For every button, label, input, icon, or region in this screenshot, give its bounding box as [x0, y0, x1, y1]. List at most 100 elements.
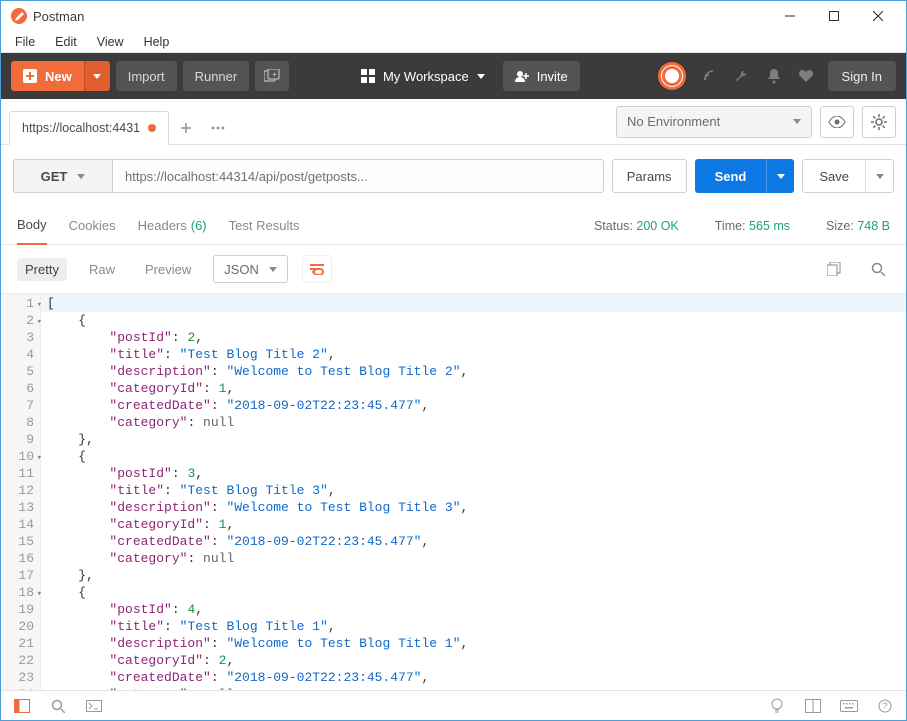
- search-icon: [871, 262, 885, 276]
- window-close-button[interactable]: [856, 2, 900, 30]
- tab-overflow-button[interactable]: [203, 111, 233, 145]
- menu-view[interactable]: View: [89, 33, 132, 51]
- chevron-down-icon: [793, 119, 801, 124]
- menubar: File Edit View Help: [1, 31, 906, 53]
- code-line[interactable]: 19 "postId": 4,: [1, 601, 906, 618]
- method-select[interactable]: GET: [13, 159, 113, 193]
- environment-select[interactable]: No Environment: [616, 106, 812, 138]
- search-response-button[interactable]: [866, 257, 890, 281]
- save-button[interactable]: Save: [803, 160, 865, 192]
- code-line[interactable]: 2▾ {: [1, 312, 906, 329]
- environment-quicklook-button[interactable]: [820, 106, 854, 138]
- tab-body[interactable]: Body: [17, 207, 47, 245]
- code-line[interactable]: 4 "title": "Test Blog Title 2",: [1, 346, 906, 363]
- gutter-line-number: 19: [1, 601, 41, 618]
- twopane-button[interactable]: [802, 695, 824, 717]
- code-line[interactable]: 18▾ {: [1, 584, 906, 601]
- save-dropdown-button[interactable]: [865, 160, 893, 192]
- bootcamp-button[interactable]: [766, 695, 788, 717]
- invite-button[interactable]: Invite: [503, 61, 580, 91]
- workspace-label: My Workspace: [383, 69, 469, 84]
- code-line[interactable]: 15 "createdDate": "2018-09-02T22:23:45.4…: [1, 533, 906, 550]
- keyboard-shortcuts-button[interactable]: [838, 695, 860, 717]
- code-line[interactable]: 20 "title": "Test Blog Title 1",: [1, 618, 906, 635]
- menu-file[interactable]: File: [7, 33, 43, 51]
- url-input[interactable]: https://localhost:44314/api/post/getpost…: [113, 159, 604, 193]
- signin-button[interactable]: Sign In: [828, 61, 896, 91]
- language-select[interactable]: JSON: [213, 255, 288, 283]
- tab-test-results[interactable]: Test Results: [229, 218, 300, 233]
- code-line[interactable]: 22 "categoryId": 2,: [1, 652, 906, 669]
- window-maximize-button[interactable]: [812, 2, 856, 30]
- gutter-line-number: 16: [1, 550, 41, 567]
- headers-count: (6): [191, 218, 207, 233]
- help-button[interactable]: ?: [874, 695, 896, 717]
- code-line[interactable]: 3 "postId": 2,: [1, 329, 906, 346]
- new-button[interactable]: New: [11, 61, 84, 91]
- chevron-down-icon: [477, 74, 485, 79]
- code-line[interactable]: 17 },: [1, 567, 906, 584]
- code-line[interactable]: 13 "description": "Welcome to Test Blog …: [1, 499, 906, 516]
- menu-edit[interactable]: Edit: [47, 33, 85, 51]
- gutter-line-number: 15: [1, 533, 41, 550]
- import-button[interactable]: Import: [116, 61, 177, 91]
- workspace-switcher[interactable]: My Workspace: [355, 61, 491, 91]
- code-line[interactable]: 23 "createdDate": "2018-09-02T22:23:45.4…: [1, 669, 906, 686]
- runner-button[interactable]: Runner: [183, 61, 250, 91]
- sidebar-toggle-button[interactable]: [11, 695, 33, 717]
- copy-button[interactable]: [822, 257, 846, 281]
- gutter-line-number: 24: [1, 686, 41, 690]
- code-line[interactable]: 11 "postId": 3,: [1, 465, 906, 482]
- gutter-line-number: 3: [1, 329, 41, 346]
- code-text: "title": "Test Blog Title 1",: [41, 618, 336, 635]
- code-line[interactable]: 1▾[: [1, 295, 906, 312]
- code-text: {: [41, 584, 86, 601]
- new-dropdown-button[interactable]: [84, 61, 110, 91]
- send-dropdown-button[interactable]: [766, 159, 794, 193]
- request-tab[interactable]: https://localhost:4431: [9, 111, 169, 145]
- view-preview[interactable]: Preview: [137, 258, 199, 281]
- code-line[interactable]: 14 "categoryId": 1,: [1, 516, 906, 533]
- chevron-down-icon: [876, 174, 884, 179]
- code-line[interactable]: 5 "description": "Welcome to Test Blog T…: [1, 363, 906, 380]
- wrench-icon[interactable]: [728, 62, 756, 90]
- code-line[interactable]: 21 "description": "Welcome to Test Blog …: [1, 635, 906, 652]
- gutter-line-number: 10▾: [1, 448, 41, 465]
- add-tab-button[interactable]: [171, 111, 201, 145]
- view-raw[interactable]: Raw: [81, 258, 123, 281]
- code-line[interactable]: 6 "categoryId": 1,: [1, 380, 906, 397]
- console-button[interactable]: [83, 695, 105, 717]
- eye-icon: [828, 116, 846, 128]
- keyboard-icon: [840, 700, 858, 712]
- code-line[interactable]: 12 "title": "Test Blog Title 3",: [1, 482, 906, 499]
- send-button[interactable]: Send: [695, 159, 767, 193]
- tab-cookies[interactable]: Cookies: [69, 218, 116, 233]
- params-button[interactable]: Params: [612, 159, 687, 193]
- help-icon: ?: [878, 699, 892, 713]
- unsaved-dot-icon: [148, 124, 156, 132]
- bell-icon[interactable]: [760, 62, 788, 90]
- window-minimize-button[interactable]: [768, 2, 812, 30]
- code-line[interactable]: 7 "createdDate": "2018-09-02T22:23:45.47…: [1, 397, 906, 414]
- code-line[interactable]: 16 "category": null: [1, 550, 906, 567]
- code-line[interactable]: 8 "category": null: [1, 414, 906, 431]
- satellite-icon[interactable]: [696, 62, 724, 90]
- code-text: "category": null: [41, 414, 234, 431]
- response-body[interactable]: 1▾[2▾ {3 "postId": 2,4 "title": "Test Bl…: [1, 294, 906, 690]
- environment-selected: No Environment: [627, 114, 720, 129]
- code-text: },: [41, 567, 94, 584]
- menu-help[interactable]: Help: [136, 33, 178, 51]
- environment-settings-button[interactable]: [862, 106, 896, 138]
- copy-icon: [827, 262, 841, 276]
- view-pretty[interactable]: Pretty: [17, 258, 67, 281]
- code-line[interactable]: 10▾ {: [1, 448, 906, 465]
- gutter-line-number: 12: [1, 482, 41, 499]
- heart-icon[interactable]: [792, 62, 820, 90]
- search-icon: [51, 699, 65, 713]
- find-button[interactable]: [47, 695, 69, 717]
- tab-headers[interactable]: Headers(6): [138, 218, 207, 233]
- wrap-toggle[interactable]: [302, 255, 332, 283]
- new-window-button[interactable]: +: [255, 61, 289, 91]
- code-line[interactable]: 9 },: [1, 431, 906, 448]
- sync-badge-icon[interactable]: [658, 62, 686, 90]
